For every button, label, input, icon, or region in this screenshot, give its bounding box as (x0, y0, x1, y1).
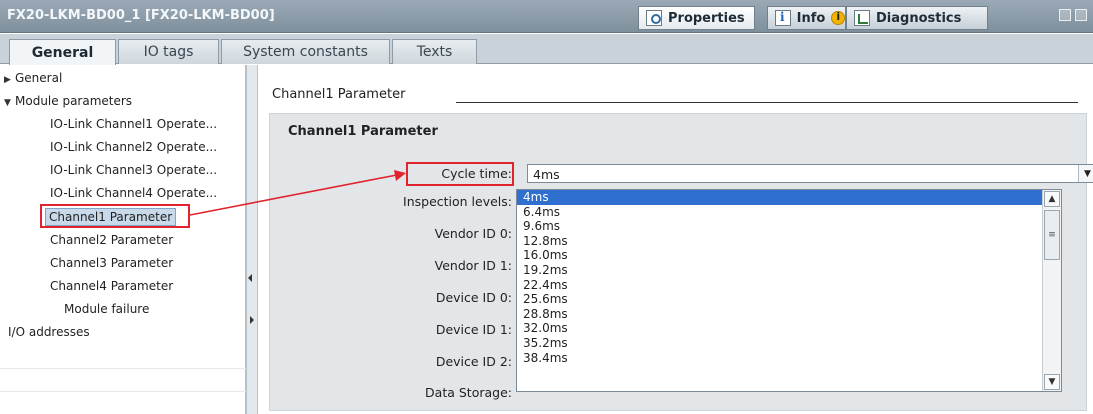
dropdown-option[interactable]: 28.8ms (517, 307, 1061, 322)
dropdown-option[interactable]: 22.4ms (517, 278, 1061, 293)
tree-item-iolink-ch2[interactable]: IO-Link Channel2 Operate... (50, 140, 217, 154)
dropdown-option[interactable]: 12.8ms (517, 234, 1061, 249)
dropdown-scrollbar[interactable]: ▲ ≡ ▼ (1042, 190, 1061, 391)
tree-item-module-parameters[interactable]: ▼ Module parameters (4, 94, 132, 108)
annotation-highlight-tree-item (40, 204, 190, 228)
tab-properties[interactable]: Properties (638, 6, 755, 30)
annotation-highlight-cycle-time (406, 162, 514, 186)
section-title: Channel1 Parameter (272, 87, 406, 102)
info-icon (775, 10, 791, 26)
tree-item-channel2-parameter[interactable]: Channel2 Parameter (50, 233, 173, 247)
tab-io-tags[interactable]: IO tags (118, 39, 219, 64)
properties-icon (646, 10, 662, 26)
tree-item-channel3-parameter[interactable]: Channel3 Parameter (50, 256, 173, 270)
tab-properties-label: Properties (668, 10, 745, 26)
dropdown-option[interactable]: 4ms (517, 190, 1061, 205)
tab-diagnostics-label: Diagnostics (876, 10, 962, 26)
dropdown-option[interactable]: 6.4ms (517, 205, 1061, 220)
tree-item-iolink-ch3[interactable]: IO-Link Channel3 Operate... (50, 163, 217, 177)
tab-info-label: Info (796, 10, 826, 26)
diagnostics-icon (854, 10, 870, 26)
label-vendor-id-1: Vendor ID 1: (434, 258, 512, 273)
group-title: Channel1 Parameter (288, 124, 438, 139)
dropdown-option[interactable]: 35.2ms (517, 336, 1061, 351)
cycle-time-combobox[interactable]: 4ms ▼ (527, 164, 1093, 183)
tree-divider (0, 368, 246, 369)
tab-general[interactable]: General (9, 39, 116, 65)
info-badge-icon (831, 10, 845, 25)
tree-item-module-failure[interactable]: Module failure (64, 302, 149, 316)
scroll-down-icon[interactable]: ▼ (1044, 374, 1060, 390)
expand-arrow-icon[interactable]: ▶ (4, 75, 15, 85)
tab-texts[interactable]: Texts (392, 39, 477, 64)
tree-item-iolink-ch4[interactable]: IO-Link Channel4 Operate... (50, 186, 217, 200)
label-device-id-2: Device ID 2: (435, 354, 512, 369)
label-device-id-0: Device ID 0: (435, 290, 512, 305)
cycle-time-dropdown-list[interactable]: 4ms 6.4ms 9.6ms 12.8ms 16.0ms 19.2ms 22.… (516, 189, 1062, 392)
dropdown-option[interactable]: 9.6ms (517, 219, 1061, 234)
window-title: FX20-LKM-BD00_1 [FX20-LKM-BD00] (7, 8, 275, 23)
tree-item-channel4-parameter[interactable]: Channel4 Parameter (50, 279, 173, 293)
tree-item-general[interactable]: ▶ General (4, 71, 62, 85)
tree-item-io-addresses[interactable]: I/O addresses (8, 325, 90, 339)
label-data-storage: Data Storage: (425, 385, 512, 400)
label-vendor-id-0: Vendor ID 0: (434, 226, 512, 241)
dropdown-option[interactable]: 38.4ms (517, 351, 1061, 366)
secondary-tabbar: General IO tags System constants Texts (0, 34, 1093, 65)
chevron-down-icon[interactable]: ▼ (1078, 165, 1093, 182)
menu-icon[interactable] (1075, 9, 1087, 21)
window-controls (1059, 9, 1087, 21)
dropdown-option[interactable]: 25.6ms (517, 292, 1061, 307)
panel-splitter[interactable] (246, 65, 258, 414)
inspector-titlebar: FX20-LKM-BD00_1 [FX20-LKM-BD00] Properti… (0, 0, 1093, 33)
tab-system-constants[interactable]: System constants (221, 39, 390, 64)
collapse-arrow-icon[interactable]: ▼ (4, 98, 15, 108)
tab-diagnostics[interactable]: Diagnostics (846, 6, 988, 30)
restore-icon[interactable] (1059, 9, 1071, 21)
dropdown-option[interactable]: 32.0ms (517, 321, 1061, 336)
dropdown-option[interactable]: 16.0ms (517, 248, 1061, 263)
scroll-up-icon[interactable]: ▲ (1044, 191, 1060, 207)
section-divider (456, 102, 1078, 103)
dropdown-option[interactable]: 19.2ms (517, 263, 1061, 278)
label-inspection-levels: Inspection levels: (403, 194, 512, 209)
tree-divider (0, 391, 246, 392)
collapse-left-icon[interactable] (248, 274, 252, 282)
tree-item-iolink-ch1[interactable]: IO-Link Channel1 Operate... (50, 117, 217, 131)
cycle-time-value: 4ms (533, 167, 560, 182)
tab-info[interactable]: Info (767, 6, 846, 30)
label-device-id-1: Device ID 1: (435, 322, 512, 337)
scrollbar-thumb[interactable]: ≡ (1044, 210, 1060, 260)
expand-right-icon[interactable] (250, 316, 254, 324)
navigation-tree: ▶ General ▼ Module parameters IO-Link Chan… (0, 65, 246, 414)
